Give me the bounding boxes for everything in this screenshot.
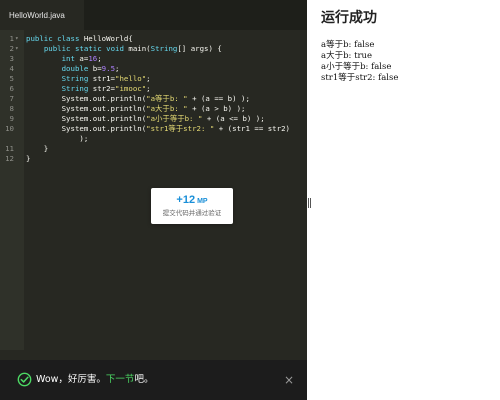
output-line: a大于b: true <box>321 51 373 61</box>
line-number: 11 <box>5 144 14 153</box>
code-text: System.out.println("a大于b: " + (a > b) ); <box>26 104 246 113</box>
score-amount: +12 <box>176 194 196 206</box>
line-number: 3 <box>9 54 14 63</box>
code-text: String str1="hello"; <box>61 74 151 83</box>
code-text: int a=16; <box>61 54 102 63</box>
next-section-link[interactable]: 下一节 <box>106 374 135 385</box>
line-number: 12 <box>5 154 14 163</box>
code-text: public class HelloWorld{ <box>26 34 133 43</box>
code-text: String str2="imooc"; <box>61 84 151 93</box>
code-line[interactable]: 4 double b=9.5; <box>0 64 307 74</box>
toast-message: Wow，好厉害。下一节吧。 <box>36 374 153 386</box>
score-caption: 提交代码并通过验证 <box>162 209 222 217</box>
line-number: 6 <box>9 84 14 93</box>
close-icon[interactable]: × <box>283 374 295 386</box>
line-number: 2 <box>9 44 14 53</box>
code-line[interactable]: 11 } <box>0 144 307 154</box>
line-number: 7 <box>9 94 14 103</box>
score-unit: MP <box>197 198 208 205</box>
output-line: str1等于str2: false <box>321 73 399 83</box>
code-text: System.out.println("a等于b: " + (a == b) )… <box>26 94 250 103</box>
code-line[interactable]: 10 System.out.println("str1等于str2: " + (… <box>0 124 307 134</box>
toast-suffix: 吧。 <box>134 374 154 385</box>
score-value: +12 MP <box>151 194 233 208</box>
output-pane: 运行成功 a等于b: false a大于b: true a小于等于b: fals… <box>313 0 500 400</box>
code-text: System.out.println("str1等于str2: " + (str… <box>26 124 290 133</box>
fold-arrow-icon[interactable]: ▾ <box>15 34 19 44</box>
code-text: public static void main(String[] args) { <box>43 44 222 53</box>
code-text: } <box>26 144 49 153</box>
code-line[interactable]: ); <box>0 134 307 144</box>
line-number: 4 <box>9 64 14 73</box>
line-number: 10 <box>5 124 14 133</box>
line-number: 1 <box>9 34 14 43</box>
code-line[interactable]: 1 ▾ public class HelloWorld{ <box>0 34 307 44</box>
code-text: ); <box>26 134 89 143</box>
code-line[interactable]: 6 String str2="imooc"; <box>0 84 307 94</box>
output-line: a小于等于b: false <box>321 62 392 72</box>
code-line[interactable]: 5 String str1="hello"; <box>0 74 307 84</box>
code-line[interactable]: 7 System.out.println("a等于b: " + (a == b)… <box>0 94 307 104</box>
fold-arrow-icon[interactable]: ▾ <box>15 44 19 54</box>
editor-tab-bar: HelloWorld.java <box>0 0 307 30</box>
line-number: 9 <box>9 114 14 123</box>
code-text: } <box>26 154 31 163</box>
code-line[interactable]: 3 int a=16; <box>0 54 307 64</box>
toast-text: Wow，好厉害。 <box>36 374 106 385</box>
code-line[interactable]: 8 System.out.println("a大于b: " + (a > b) … <box>0 104 307 114</box>
output-line: a等于b: false <box>321 40 375 50</box>
code-line[interactable]: 2 ▾ public static void main(String[] args… <box>0 44 307 54</box>
line-number: 8 <box>9 104 14 113</box>
line-number: 5 <box>9 74 14 83</box>
code-text: System.out.println("a小于等于b: " + (a <= b)… <box>26 114 265 123</box>
score-card: +12 MP 提交代码并通过验证 <box>151 188 233 224</box>
code-text: double b=9.5; <box>61 64 120 73</box>
code-line[interactable]: 9 System.out.println("a小于等于b: " + (a <= … <box>0 114 307 124</box>
result-title: 运行成功 <box>321 10 377 26</box>
code-line[interactable]: 12} <box>0 154 307 164</box>
check-circle-icon <box>17 372 32 387</box>
tab-helloworld-java[interactable]: HelloWorld.java <box>0 0 84 30</box>
code-editor[interactable]: HelloWorld.java 1 ▾ public class HelloWorl… <box>0 0 307 400</box>
